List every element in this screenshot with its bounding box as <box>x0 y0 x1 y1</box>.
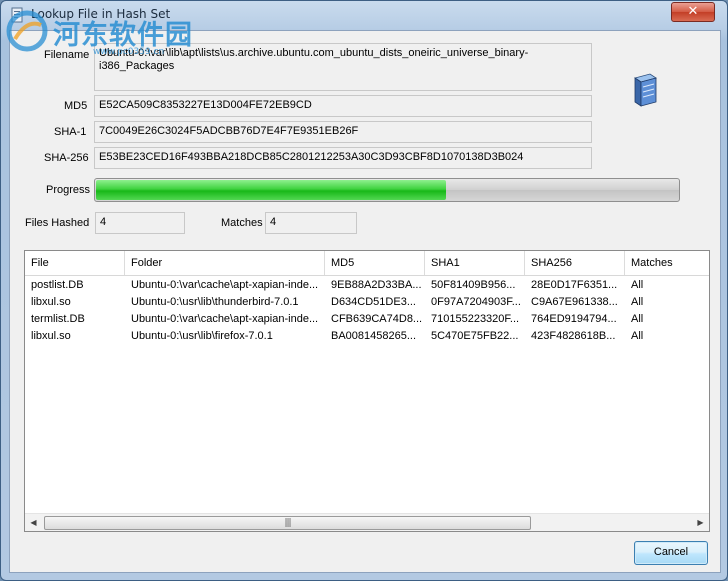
column-header-sha1[interactable]: SHA1 <box>425 251 525 275</box>
app-icon <box>11 7 23 23</box>
grip-icon: ||| <box>284 518 291 528</box>
cell-sha1: 50F81409B956... <box>431 279 516 291</box>
list-header: File Folder MD5 SHA1 SHA256 Matches <box>25 251 709 276</box>
cell-sha256: 423F4828618B... <box>531 330 616 342</box>
matches-label: Matches <box>221 217 263 229</box>
cell-sha1: 0F97A7204903F... <box>431 296 521 308</box>
files-hashed-label: Files Hashed <box>25 217 90 229</box>
title-bar[interactable]: Lookup File in Hash Set ✕ <box>1 1 727 29</box>
cell-md5: CFB639CA74D8... <box>331 313 423 325</box>
dialog-client-area: Filename Ubuntu-0:\var\lib\apt\lists\us.… <box>9 30 721 573</box>
md5-label: MD5 <box>64 100 88 112</box>
progress-fill <box>96 180 447 200</box>
cell-file: termlist.DB <box>31 313 85 325</box>
column-header-folder[interactable]: Folder <box>125 251 325 275</box>
cell-md5: BA0081458265... <box>331 330 417 342</box>
matches-field: 4 <box>265 212 357 234</box>
close-icon: ✕ <box>687 4 699 19</box>
horizontal-scrollbar[interactable]: ◀ ||| ▶ <box>25 513 709 531</box>
table-row[interactable]: libxul.so Ubuntu-0:\usr\lib\firefox-7.0.… <box>25 328 709 345</box>
column-header-file[interactable]: File <box>25 251 125 275</box>
cell-file: libxul.so <box>31 330 71 342</box>
dialog-window: Lookup File in Hash Set ✕ Filename Ubunt… <box>0 0 728 581</box>
cell-sha256: C9A67E961338... <box>531 296 618 308</box>
cancel-button[interactable]: Cancel <box>634 541 708 565</box>
cell-matches: All <box>631 330 644 342</box>
sha1-label: SHA-1 <box>54 126 87 138</box>
cell-file: postlist.DB <box>31 279 84 291</box>
cell-sha256: 28E0D17F6351... <box>531 279 618 291</box>
cell-sha1: 710155223320F... <box>431 313 520 325</box>
table-row[interactable]: termlist.DB Ubuntu-0:\var\cache\apt-xapi… <box>25 311 709 328</box>
cell-matches: All <box>631 279 644 291</box>
scroll-right-icon[interactable]: ▶ <box>692 514 709 531</box>
column-header-sha256[interactable]: SHA256 <box>525 251 625 275</box>
cell-matches: All <box>631 296 644 308</box>
cell-sha1: 5C470E75FB22... <box>431 330 519 342</box>
md5-field[interactable]: E52CA509C8353227E13D004FE72EB9CD <box>94 95 592 117</box>
server-icon <box>634 73 657 107</box>
results-list[interactable]: File Folder MD5 SHA1 SHA256 Matches post… <box>24 250 710 532</box>
sha1-field[interactable]: 7C0049E26C3024F5ADCBB76D7E4F7E9351EB26F <box>94 121 592 143</box>
scrollbar-thumb[interactable]: ||| <box>44 516 531 530</box>
cell-file: libxul.so <box>31 296 71 308</box>
cell-sha256: 764ED9194794... <box>531 313 617 325</box>
sha256-label: SHA-256 <box>44 152 89 164</box>
table-row[interactable]: libxul.so Ubuntu-0:\usr\lib\thunderbird-… <box>25 294 709 311</box>
cell-folder: Ubuntu-0:\usr\lib\firefox-7.0.1 <box>131 330 273 342</box>
sha256-field[interactable]: E53BE23CED16F493BBA218DCB85C2801212253A3… <box>94 147 592 169</box>
filename-label: Filename <box>44 49 90 61</box>
cell-folder: Ubuntu-0:\var\cache\apt-xapian-inde... <box>131 279 319 291</box>
column-header-matches[interactable]: Matches <box>625 251 709 275</box>
cell-folder: Ubuntu-0:\usr\lib\thunderbird-7.0.1 <box>131 296 299 308</box>
scroll-left-icon[interactable]: ◀ <box>25 514 42 531</box>
cell-matches: All <box>631 313 644 325</box>
cell-folder: Ubuntu-0:\var\cache\apt-xapian-inde... <box>131 313 319 325</box>
close-button[interactable]: ✕ <box>671 2 715 22</box>
table-row[interactable]: postlist.DB Ubuntu-0:\var\cache\apt-xapi… <box>25 277 709 294</box>
column-header-md5[interactable]: MD5 <box>325 251 425 275</box>
files-hashed-field: 4 <box>95 212 185 234</box>
window-title: Lookup File in Hash Set <box>31 7 171 21</box>
progress-label: Progress <box>46 184 91 196</box>
cell-md5: 9EB88A2D33BA... <box>331 279 422 291</box>
cell-md5: D634CD51DE3... <box>331 296 416 308</box>
progress-bar <box>94 178 680 202</box>
filename-field[interactable]: Ubuntu-0:\var\lib\apt\lists\us.archive.u… <box>94 43 592 91</box>
